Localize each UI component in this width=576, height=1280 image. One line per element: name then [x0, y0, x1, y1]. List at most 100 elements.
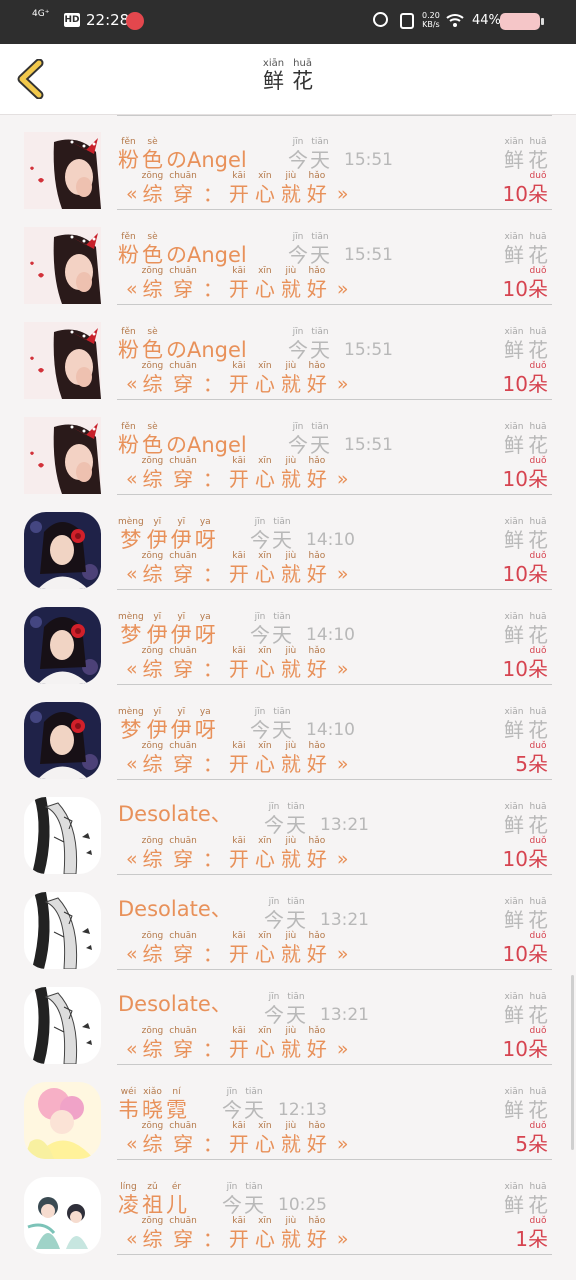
gift-type: xiān 鲜 huā 花	[500, 897, 548, 932]
sender-name-char: fěn 粉	[118, 232, 139, 267]
gift-count: 10 duǒ 朵	[503, 1026, 548, 1061]
time-value: 15:51	[344, 340, 393, 360]
list-item[interactable]: fěn 粉 sè 色のAngel jīn 今 tiān 天 15:51 «zōng 综 chuān 穿：…	[0, 210, 576, 305]
timestamp: jīn 今 tiān 天 15:51	[288, 327, 393, 362]
quote-open: «	[126, 183, 138, 205]
list-item[interactable]: Desolate、 jīn 今 tiān 天 13:21 «zōng 综 chuān 穿： kāi 开…	[0, 780, 576, 875]
list-item[interactable]: mèng 梦 yī 伊 yī 伊 ya 呀 jīn 今 tiān 天 14:10 «zōng 综 chuān 穿…	[0, 590, 576, 685]
sender-name-char: mèng 梦	[118, 517, 144, 552]
sender-name-char: ya 呀	[194, 517, 216, 552]
sender-avatar[interactable]	[24, 512, 101, 589]
flower-char: huā 花	[528, 897, 548, 932]
list-item[interactable]: Desolate、 jīn 今 tiān 天 13:21 «zōng 综 chuān 穿： kāi 开…	[0, 875, 576, 970]
sender-name: mèng 梦 yī 伊 yī 伊 ya 呀	[118, 517, 219, 552]
sender-name-char: zǔ 祖	[142, 1182, 163, 1217]
today-char: jīn 今	[288, 137, 308, 172]
message-text: «zōng 综 chuān 穿： kāi 开 xīn 心 jiù 就 hǎo 好 »	[122, 931, 352, 966]
list-item[interactable]: fěn 粉 sè 色のAngel jīn 今 tiān 天 15:51 «zōng 综 chuān 穿：…	[0, 400, 576, 495]
scrollbar[interactable]	[571, 975, 574, 1150]
sender-name-latin: のAngel	[166, 338, 247, 362]
sender-avatar[interactable]	[24, 227, 101, 304]
sender-name-char: fěn 粉	[118, 422, 139, 457]
sender-avatar[interactable]	[24, 322, 101, 399]
gift-count: 1 duǒ 朵	[515, 1216, 548, 1251]
message-char: hǎo 好	[306, 171, 327, 206]
message-char: chuān 穿	[169, 1216, 197, 1251]
time-value: 15:51	[344, 150, 393, 170]
gift-type: xiān 鲜 huā 花	[500, 517, 548, 552]
time-value: 14:10	[306, 625, 355, 645]
message-char: ：	[202, 1132, 223, 1156]
sender-avatar[interactable]	[24, 987, 101, 1064]
sender-name: fěn 粉 sè 色のAngel	[118, 137, 247, 172]
list-item[interactable]: mèng 梦 yī 伊 yī 伊 ya 呀 jīn 今 tiān 天 14:10 «zōng 综 chuān 穿…	[0, 685, 576, 780]
message-char: xīn 心	[254, 1216, 275, 1251]
quote-close: »	[336, 943, 349, 965]
gift-unit: duǒ 朵	[528, 361, 548, 396]
sender-name: wéi 韦 xiǎo 晓 ní 霓	[118, 1087, 190, 1122]
gift-count: 5 duǒ 朵	[515, 1121, 548, 1156]
battery-icon	[500, 13, 544, 30]
gift-type: xiān 鲜 huā 花	[500, 802, 548, 837]
sender-name-char: yī 伊	[146, 612, 168, 647]
sender-avatar[interactable]	[24, 1082, 101, 1159]
time-value: 14:10	[306, 720, 355, 740]
flower-char: huā 花	[528, 327, 548, 362]
sender-avatar[interactable]	[24, 607, 101, 684]
list-item[interactable]: fěn 粉 sè 色のAngel jīn 今 tiān 天 15:51 «zōng 综 chuān 穿：…	[0, 305, 576, 400]
gift-count: 10 duǒ 朵	[503, 551, 548, 586]
signal-icon: 4G⁺	[32, 9, 50, 19]
flower-char: xiān 鲜	[504, 897, 524, 932]
today-char: tiān 天	[310, 232, 330, 267]
gift-count: 5 duǒ 朵	[515, 741, 548, 776]
title-char: huā 花	[292, 58, 314, 93]
message-char: kāi 开	[228, 931, 249, 966]
time-value: 10:25	[278, 1195, 327, 1215]
today-char: tiān 天	[310, 327, 330, 362]
message-text: «zōng 综 chuān 穿： kāi 开 xīn 心 jiù 就 hǎo 好 »	[122, 361, 352, 396]
sender-avatar[interactable]	[24, 417, 101, 494]
gift-count-number: 10	[502, 657, 528, 681]
sender-avatar[interactable]	[24, 132, 101, 209]
sender-name-char: ya 呀	[194, 707, 216, 742]
page-title: xiān 鲜 huā 花	[0, 58, 576, 93]
message-char: kāi 开	[228, 551, 249, 586]
time-value: 15:51	[344, 245, 393, 265]
message-text: «zōng 综 chuān 穿： kāi 开 xīn 心 jiù 就 hǎo 好 »	[122, 741, 352, 776]
today-char: tiān 天	[272, 517, 292, 552]
sender-avatar[interactable]	[24, 892, 101, 969]
sender-avatar[interactable]	[24, 797, 101, 874]
gift-type: xiān 鲜 huā 花	[500, 1087, 548, 1122]
message-char: zōng 综	[141, 361, 164, 396]
flower-char: huā 花	[528, 707, 548, 742]
message-char: hǎo 好	[306, 741, 327, 776]
quote-open: «	[126, 943, 138, 965]
flower-char: xiān 鲜	[504, 517, 524, 552]
list-item[interactable]: wéi 韦 xiǎo 晓 ní 霓 jīn 今 tiān 天 12:13 «zōng 综 chuān 穿： k…	[0, 1065, 576, 1160]
message-char: zōng 综	[141, 551, 164, 586]
list-item[interactable]: fěn 粉 sè 色のAngel jīn 今 tiān 天 15:51 «zōng 综 chuān 穿：…	[0, 115, 576, 210]
message-char: zōng 综	[141, 1121, 164, 1156]
gift-count: 10 duǒ 朵	[503, 646, 548, 681]
flower-char: xiān 鲜	[504, 327, 524, 362]
message-char: kāi 开	[228, 1121, 249, 1156]
list-item[interactable]: líng 凌 zǔ 祖 ér 儿 jīn 今 tiān 天 10:25 «zōng 综 chuān 穿： kā…	[0, 1160, 576, 1255]
list-item[interactable]: Desolate、 jīn 今 tiān 天 13:21 «zōng 综 chuān 穿： kāi 开…	[0, 970, 576, 1065]
sender-avatar[interactable]	[24, 702, 101, 779]
message-char: zōng 综	[141, 646, 164, 681]
message-char: kāi 开	[228, 456, 249, 491]
sender-name-char: fěn 粉	[118, 137, 139, 172]
sender-name-latin: のAngel	[166, 148, 247, 172]
message-char: chuān 穿	[169, 741, 197, 776]
message-char: xīn 心	[254, 456, 275, 491]
message-char: hǎo 好	[306, 361, 327, 396]
message-text: «zōng 综 chuān 穿： kāi 开 xīn 心 jiù 就 hǎo 好 »	[122, 456, 352, 491]
sender-name-char: ní 霓	[166, 1087, 187, 1122]
sender-avatar[interactable]	[24, 1177, 101, 1254]
sender-name-char: sè 色	[142, 327, 163, 362]
list-item[interactable]: mèng 梦 yī 伊 yī 伊 ya 呀 jīn 今 tiān 天 14:10 «zōng 综 chuān 穿…	[0, 495, 576, 590]
timestamp: jīn 今 tiān 天 12:13	[222, 1087, 327, 1122]
message-char: xīn 心	[254, 931, 275, 966]
flower-char: huā 花	[528, 1087, 548, 1122]
quote-open: «	[126, 278, 138, 300]
